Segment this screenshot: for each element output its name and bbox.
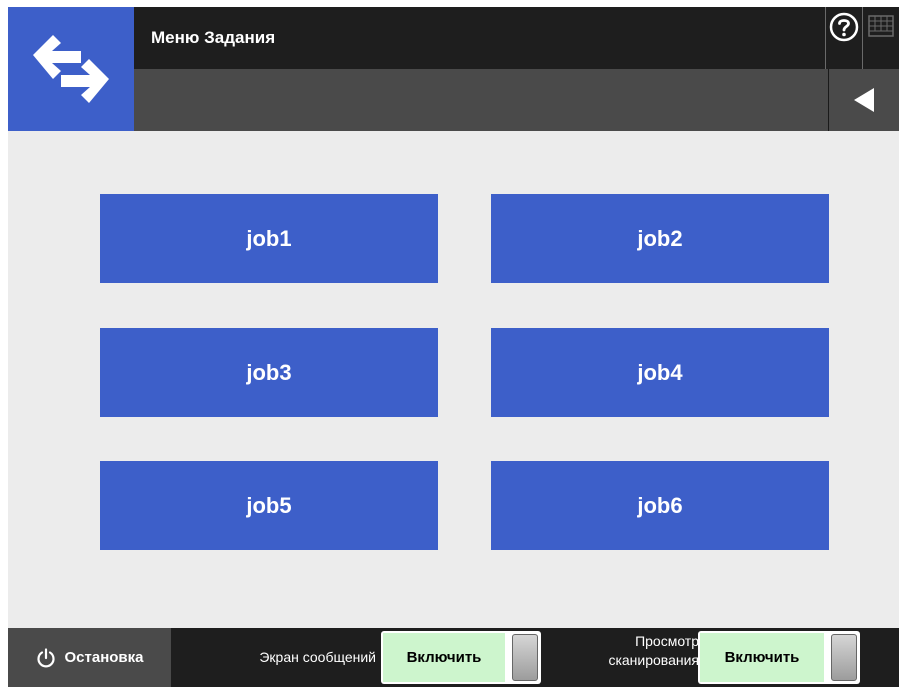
- keyboard-icon: [868, 15, 894, 37]
- scan-preview-toggle-on: Включить: [700, 633, 824, 682]
- sub-toolbar: [134, 69, 899, 131]
- job-button-2[interactable]: job2: [491, 194, 829, 283]
- job-button-5[interactable]: job5: [100, 461, 438, 550]
- page-title: Меню Задания: [151, 28, 276, 47]
- help-icon: [829, 12, 858, 42]
- title-bar: Меню Задания: [134, 7, 899, 69]
- back-triangle-icon: [854, 88, 874, 112]
- job-button-1[interactable]: job1: [100, 194, 438, 283]
- app-window: Меню Задания job1 job2 job3 job4 job5 jo…: [8, 7, 899, 687]
- toggle-knob: [512, 634, 538, 681]
- job-button-4[interactable]: job4: [491, 328, 829, 417]
- scan-preview-label: Просмотр сканирования: [608, 632, 699, 670]
- switch-arrows-icon: [33, 35, 109, 103]
- app-logo[interactable]: [8, 7, 134, 131]
- scan-preview-label-line2: сканирования: [608, 652, 699, 668]
- scan-preview-toggle[interactable]: Включить: [698, 631, 860, 684]
- stop-label: Остановка: [64, 649, 144, 666]
- scan-preview-label-line1: Просмотр: [635, 633, 699, 649]
- message-screen-toggle[interactable]: Включить: [381, 631, 541, 684]
- message-screen-label: Экран сообщений: [259, 649, 376, 665]
- back-button[interactable]: [828, 69, 899, 131]
- help-button[interactable]: [825, 7, 861, 69]
- job-button-6[interactable]: job6: [491, 461, 829, 550]
- job-button-3[interactable]: job3: [100, 328, 438, 417]
- power-icon: [36, 647, 55, 667]
- footer-bar: Остановка Экран сообщений Включить Просм…: [8, 628, 899, 687]
- toggle-knob: [831, 634, 857, 681]
- keyboard-button[interactable]: [862, 7, 899, 69]
- message-screen-toggle-on: Включить: [383, 633, 505, 682]
- stop-button[interactable]: Остановка: [8, 628, 171, 687]
